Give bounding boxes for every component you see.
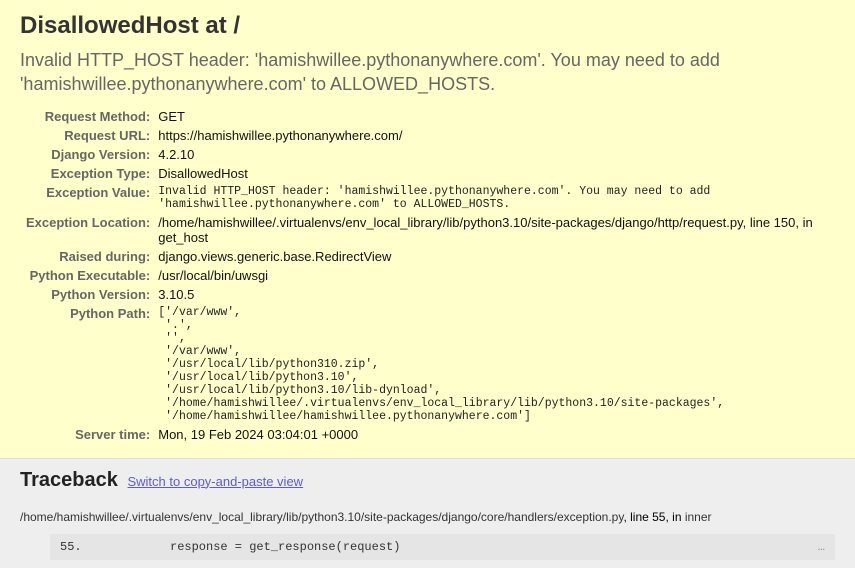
python-executable-label: Python Executable: [26,266,158,285]
table-row: Exception Value: Invalid HTTP_HOST heade… [26,183,835,213]
table-row: Exception Location: /home/hamishwillee/.… [26,213,835,247]
exception-value-label: Exception Value: [26,183,158,213]
python-path-pre: ['/var/www', '.', '', '/var/www', '/usr/… [158,306,835,423]
python-version-value: 3.10.5 [158,285,835,304]
code-line-number: 55. [60,540,170,554]
table-row: Raised during: django.views.generic.base… [26,247,835,266]
code-context: 55. response = get_response(request) … [50,534,835,560]
frame-line-prefix: , line 55, in [623,510,684,524]
request-url-value: https://hamishwillee.pythonanywhere.com/ [158,126,835,145]
traceback-heading: Traceback [20,469,118,491]
error-page: DisallowedHost at / Invalid HTTP_HOST he… [0,0,855,568]
table-row: Python Executable: /usr/local/bin/uwsgi [26,266,835,285]
exception-value-value: Invalid HTTP_HOST header: 'hamishwillee.… [158,183,835,213]
raised-during-label: Raised during: [26,247,158,266]
django-version-value: 4.2.10 [158,145,835,164]
exception-location-label: Exception Location: [26,213,158,247]
table-row: Python Version: 3.10.5 [26,285,835,304]
exception-subtitle: Invalid HTTP_HOST header: 'hamishwillee.… [20,48,835,97]
request-url-label: Request URL: [26,126,158,145]
title-at: at [199,12,234,39]
exception-location-value: /home/hamishwillee/.virtualenvs/env_loca… [158,213,835,247]
python-path-label: Python Path: [26,304,158,425]
code-line-text: response = get_response(request) [170,540,818,554]
request-method-value: GET [158,107,835,126]
exception-path: / [233,12,240,39]
summary-panel: DisallowedHost at / Invalid HTTP_HOST he… [0,0,855,459]
exception-type-value: DisallowedHost [158,164,835,183]
frame-file-path: /home/hamishwillee/.virtualenvs/env_loca… [20,510,623,524]
python-version-label: Python Version: [26,285,158,304]
frame-function: inner [685,510,712,524]
request-meta-table: Request Method: GET Request URL: https:/… [26,107,835,444]
table-row: Request URL: https://hamishwillee.python… [26,126,835,145]
table-row: Exception Type: DisallowedHost [26,164,835,183]
table-row: Request Method: GET [26,107,835,126]
table-row: Server time: Mon, 19 Feb 2024 03:04:01 +… [26,425,835,444]
exception-value-pre: Invalid HTTP_HOST header: 'hamishwillee.… [158,185,835,211]
django-version-label: Django Version: [26,145,158,164]
switch-view-link[interactable]: Switch to copy-and-paste view [127,474,303,489]
exception-type-label: Exception Type: [26,164,158,183]
page-title: DisallowedHost at / [20,12,835,40]
server-time-label: Server time: [26,425,158,444]
raised-during-value: django.views.generic.base.RedirectView [158,247,835,266]
code-ellipsis: … [818,540,825,554]
server-time-value: Mon, 19 Feb 2024 03:04:01 +0000 [158,425,835,444]
table-row: Python Path: ['/var/www', '.', '', '/var… [26,304,835,425]
table-row: Django Version: 4.2.10 [26,145,835,164]
frame-file-line: /home/hamishwillee/.virtualenvs/env_loca… [20,508,835,526]
exception-name: DisallowedHost [20,12,199,39]
python-executable-value: /usr/local/bin/uwsgi [158,266,835,285]
python-path-value: ['/var/www', '.', '', '/var/www', '/usr/… [158,304,835,425]
request-method-label: Request Method: [26,107,158,126]
traceback-panel: Traceback Switch to copy-and-paste view … [0,459,855,568]
